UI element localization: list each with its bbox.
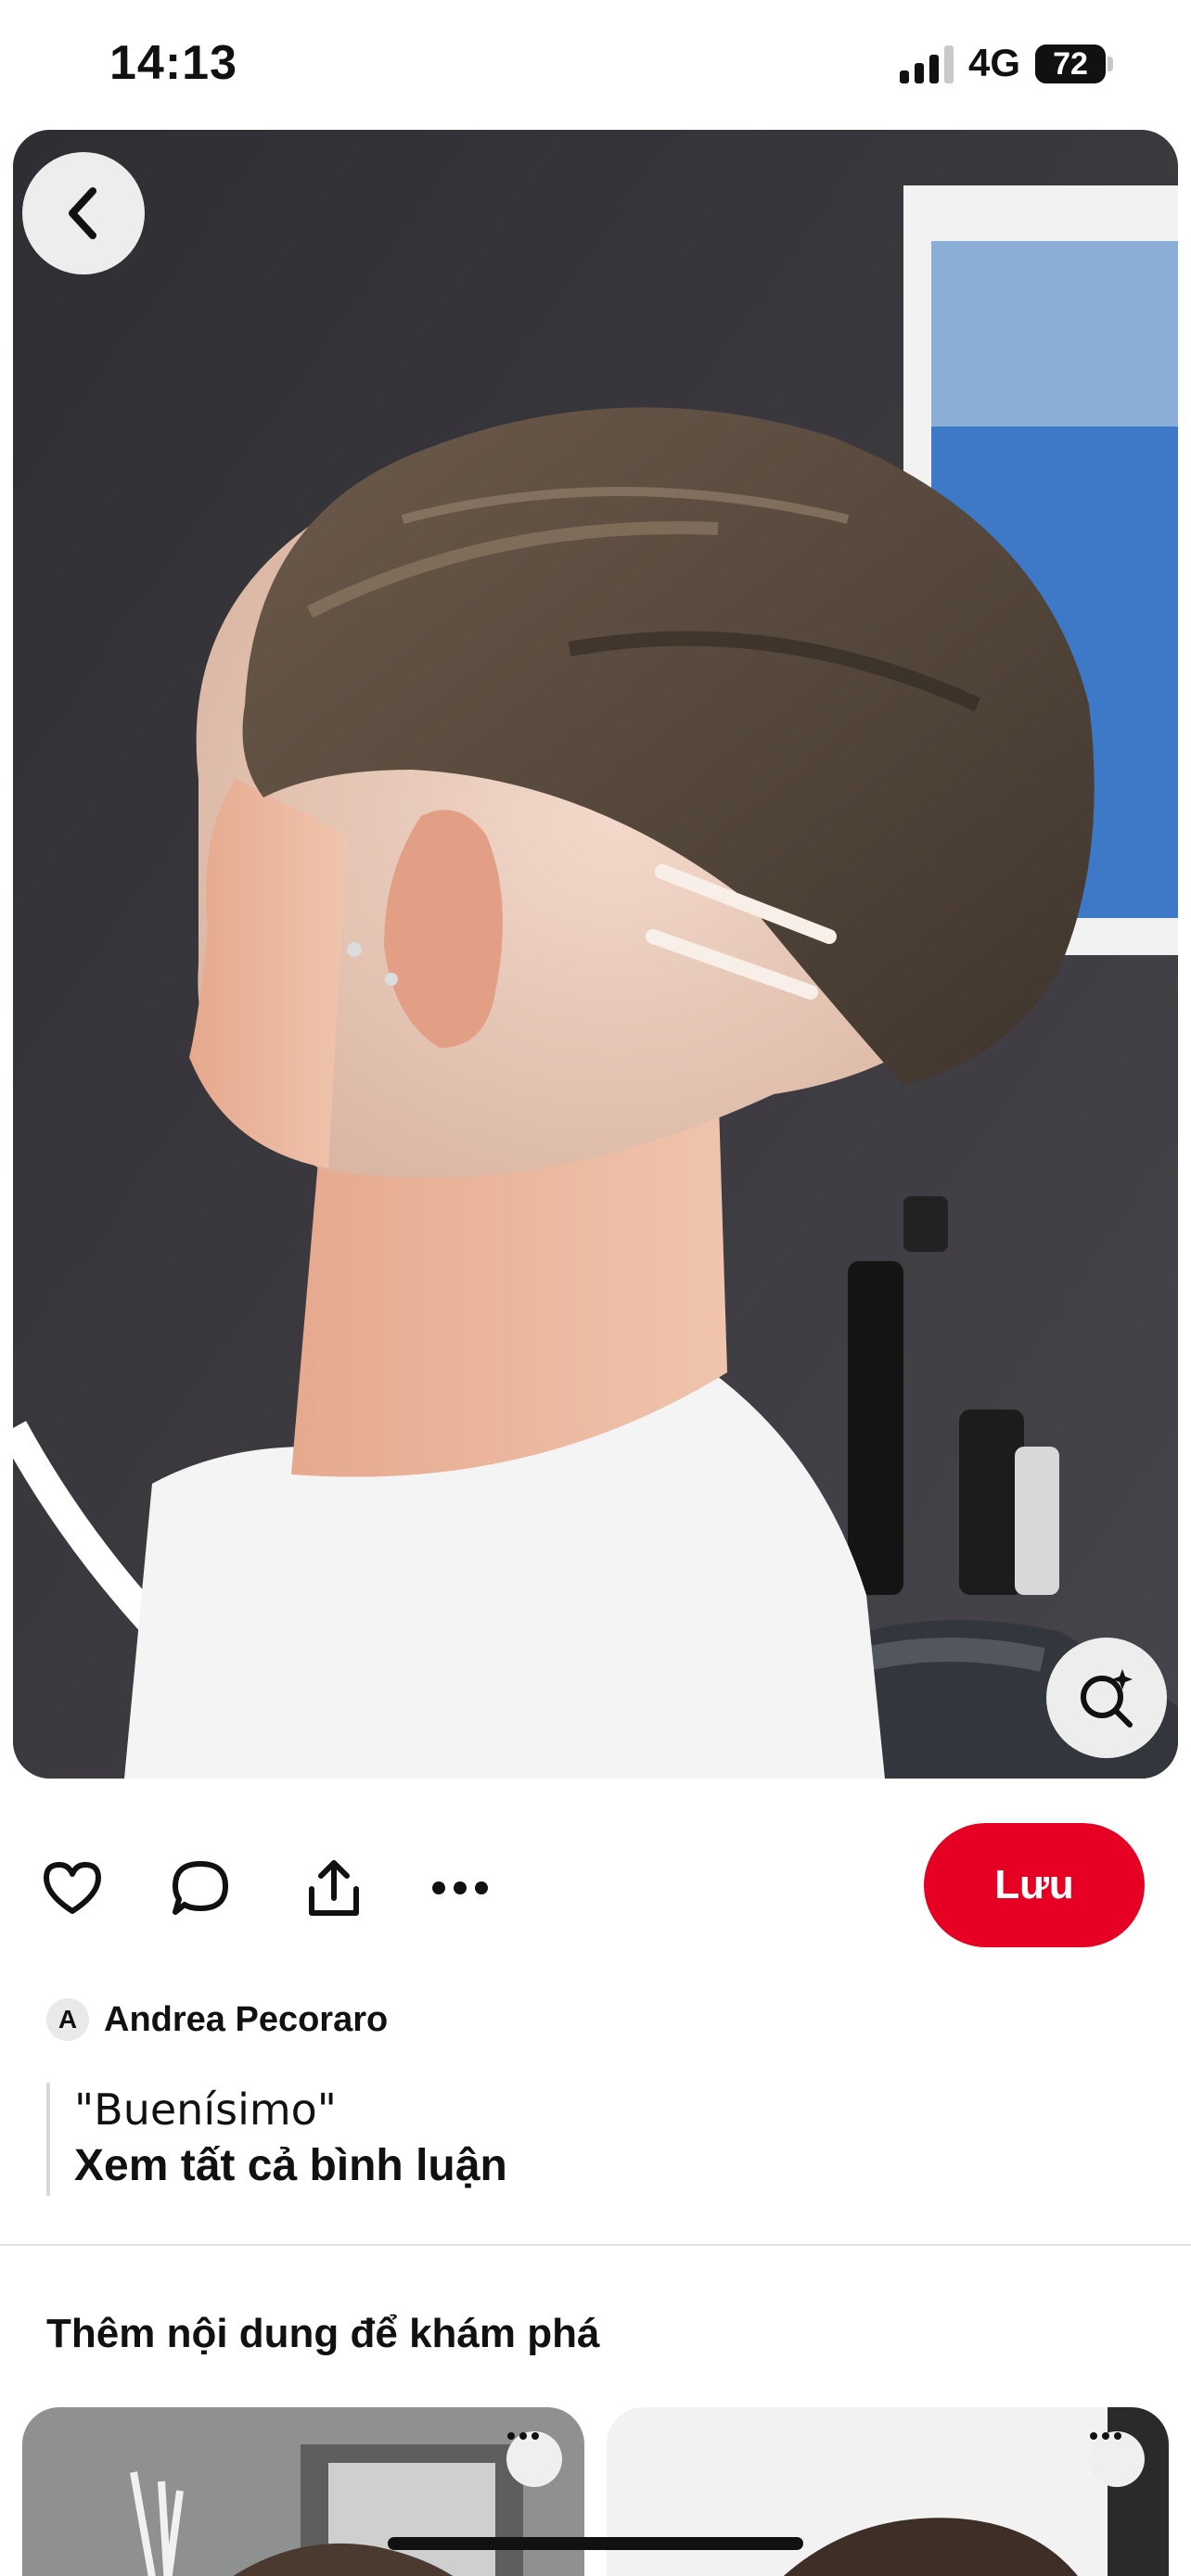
home-indicator[interactable] — [388, 2537, 803, 2550]
status-bar: 14:13 4G 72 — [0, 0, 1191, 130]
avatar: A — [46, 1998, 89, 2041]
visual-search-icon — [1081, 1669, 1133, 1728]
back-button[interactable] — [22, 152, 145, 274]
related-pin-card[interactable] — [607, 2407, 1169, 2576]
like-button[interactable] — [37, 1853, 108, 1923]
comment-button[interactable] — [165, 1853, 236, 1923]
haircut-photo — [13, 130, 1178, 1779]
pin-image[interactable] — [13, 130, 1178, 1779]
share-icon — [309, 1860, 359, 1916]
network-type: 4G — [968, 41, 1021, 84]
related-pin-image — [607, 2407, 1169, 2576]
comment-text: "Buenísimo" — [74, 2085, 337, 2135]
action-bar: Lưu — [0, 1823, 1191, 1953]
more-icon — [432, 1881, 488, 1894]
divider — [0, 2244, 1191, 2246]
battery-percent: 72 — [1053, 46, 1088, 82]
save-button[interactable]: Lưu — [924, 1823, 1145, 1947]
see-all-comments-link[interactable]: Xem tất cả bình luận — [74, 2136, 881, 2196]
more-icon — [1090, 2432, 1121, 2440]
heart-icon — [44, 1862, 101, 1914]
battery-icon: 72 — [1035, 45, 1113, 83]
status-time: 14:13 — [109, 36, 237, 90]
comment-preview[interactable]: "Buenísimo" Xem tất cả bình luận — [46, 2083, 881, 2196]
author-name: Andrea Pecoraro — [104, 1999, 389, 2039]
author[interactable]: A Andrea Pecoraro — [46, 1996, 388, 2044]
card-more-button[interactable] — [506, 2431, 562, 2487]
related-pin-card[interactable] — [22, 2407, 584, 2576]
more-icon — [507, 2432, 539, 2440]
related-pin-image — [22, 2407, 584, 2576]
more-button[interactable] — [425, 1853, 495, 1923]
comment-icon — [173, 1861, 228, 1915]
signal-icon — [900, 45, 954, 83]
section-title: Thêm nội dung để khám phá — [46, 2311, 600, 2356]
share-button[interactable] — [299, 1853, 369, 1923]
visual-search-button[interactable] — [1046, 1638, 1167, 1758]
chevron-left-icon — [69, 187, 96, 239]
card-more-button[interactable] — [1089, 2431, 1145, 2487]
